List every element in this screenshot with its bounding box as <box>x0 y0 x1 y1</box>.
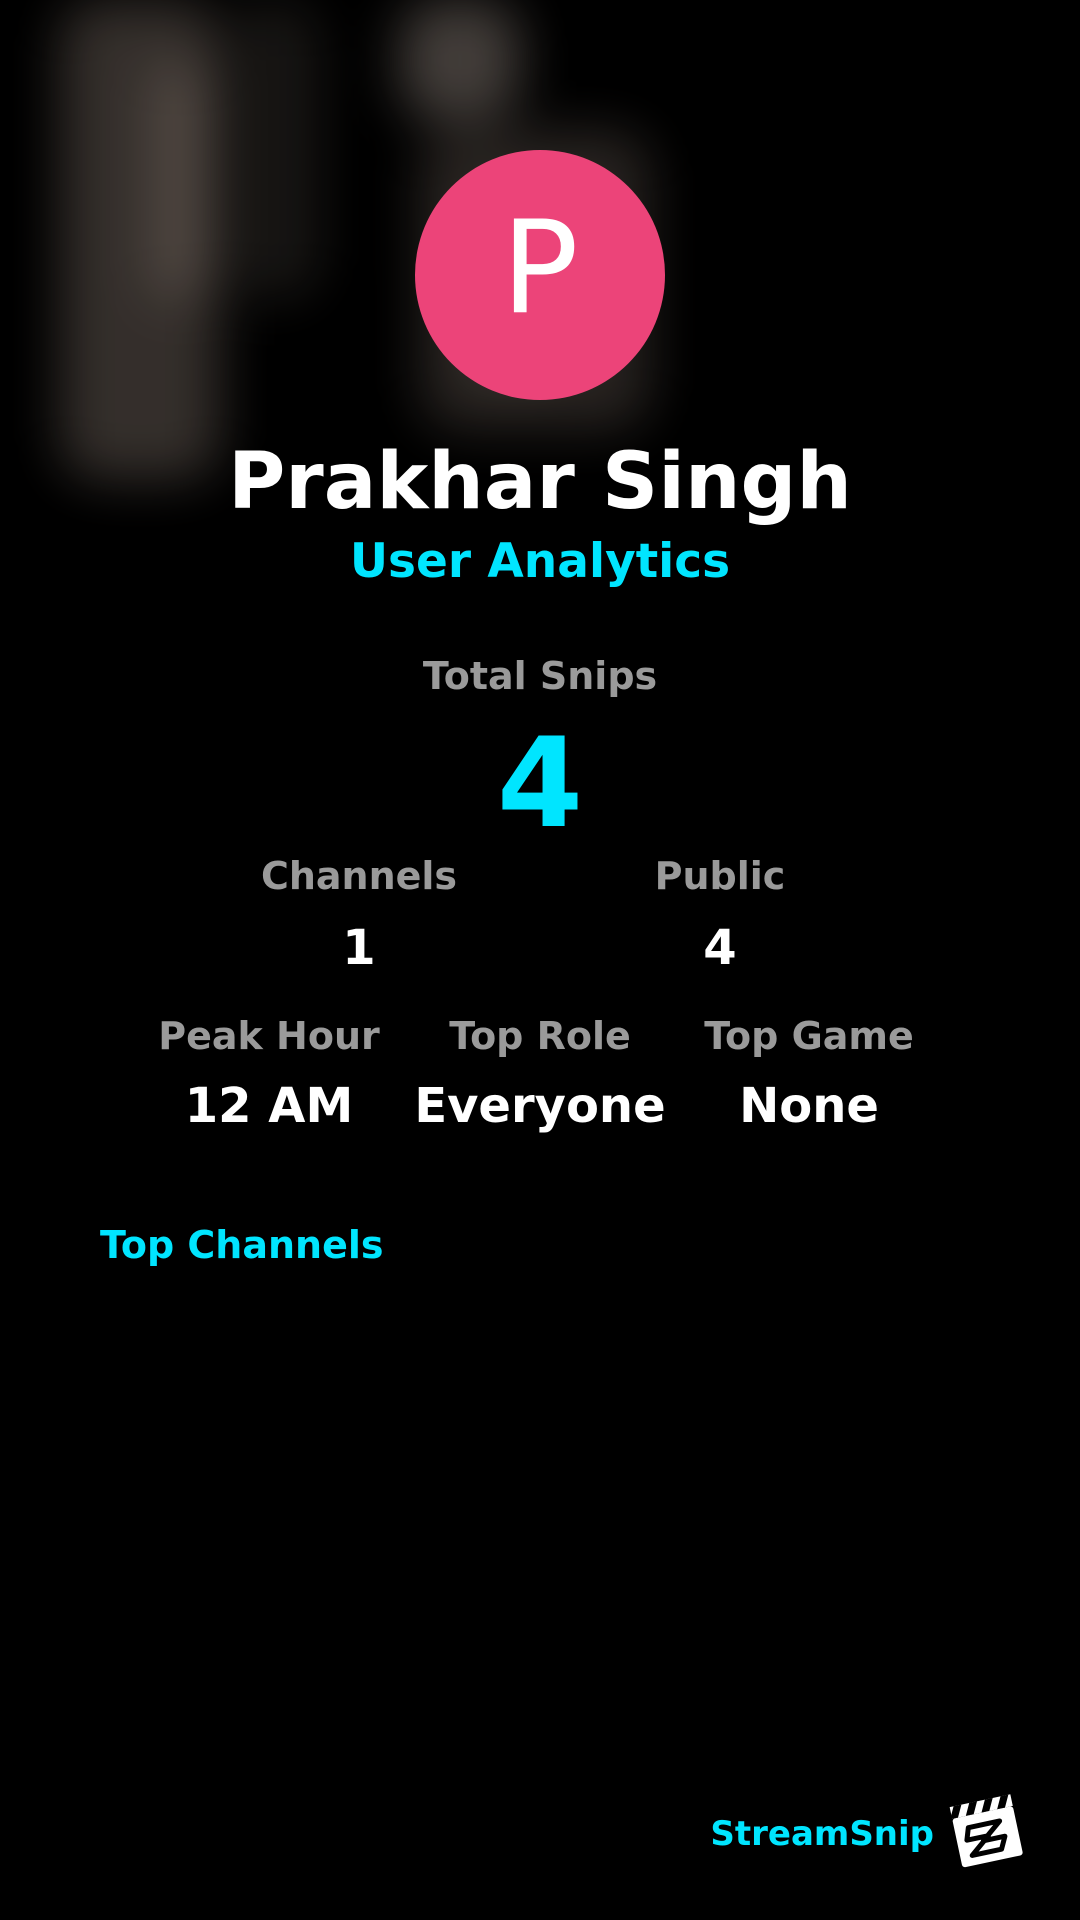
top-channels-heading: Top Channels <box>100 1223 384 1267</box>
clapperboard-icon <box>949 1794 1023 1868</box>
public-label: Public <box>654 854 786 898</box>
channels-label: Channels <box>260 854 458 898</box>
brand-name: StreamSnip <box>710 1814 934 1854</box>
top-game-label: Top Game <box>704 1014 914 1058</box>
peak-hour-value: 12 AM <box>184 1078 354 1134</box>
peak-hour-stat: Peak Hour 12 AM <box>119 1013 419 1135</box>
avatar: P <box>415 150 665 400</box>
top-role-stat: Top Role Everyone <box>390 1013 690 1135</box>
public-value: 4 <box>703 920 737 976</box>
user-name: Prakhar Singh <box>228 437 852 527</box>
peak-hour-label: Peak Hour <box>158 1014 380 1058</box>
page-subtitle: User Analytics <box>349 534 731 589</box>
total-snips-value: 4 <box>496 712 584 856</box>
public-stat: Public 4 <box>570 853 870 977</box>
top-game-stat: Top Game None <box>659 1013 959 1135</box>
channels-value: 1 <box>342 920 376 976</box>
top-role-label: Top Role <box>449 1014 631 1058</box>
top-role-value: Everyone <box>414 1078 666 1134</box>
total-snips-label: Total Snips <box>422 654 658 698</box>
channels-stat: Channels 1 <box>209 853 509 977</box>
avatar-letter: P <box>501 194 579 343</box>
top-game-value: None <box>739 1078 879 1134</box>
